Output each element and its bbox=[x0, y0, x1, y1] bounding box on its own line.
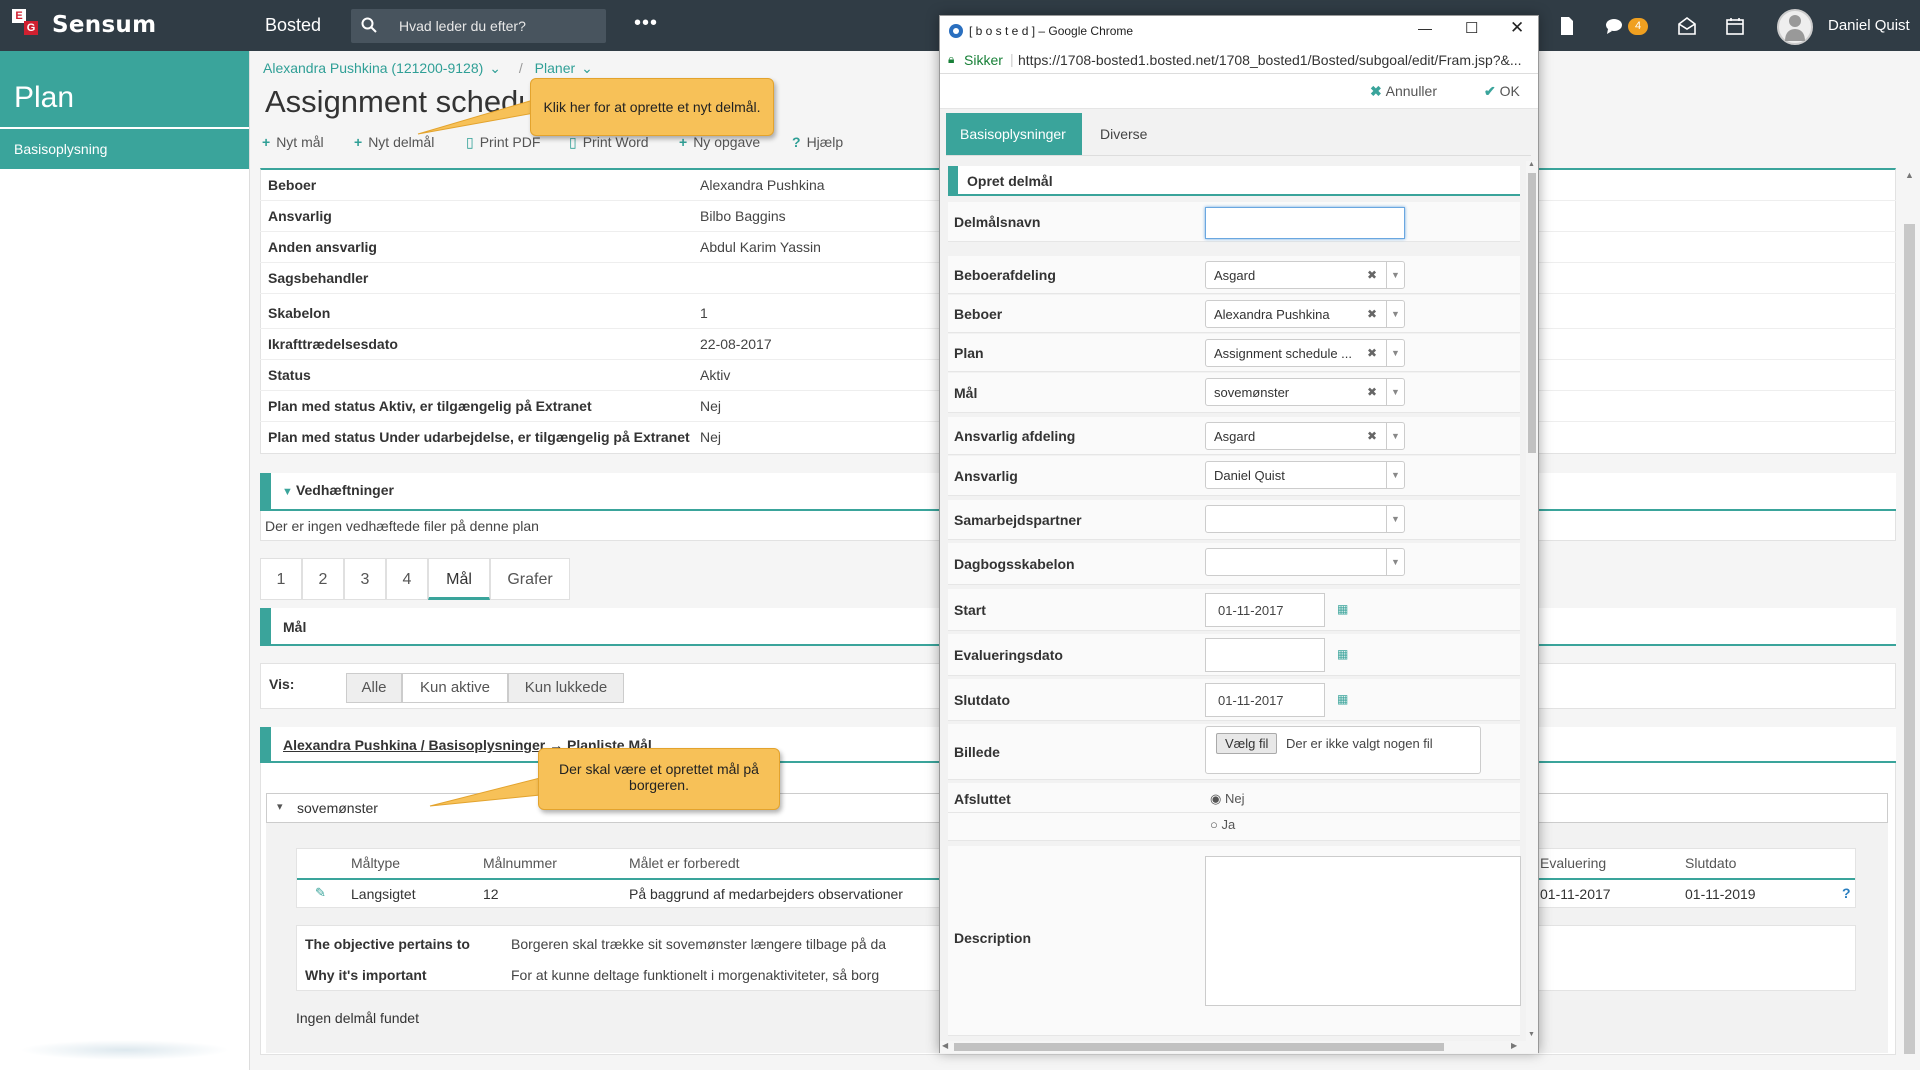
date-input-eval[interactable] bbox=[1205, 638, 1325, 672]
popup-section-header: Opret delmål bbox=[948, 166, 1520, 196]
field-label-end: Slutdato bbox=[954, 692, 1010, 708]
lock-icon: 🔒︎ bbox=[948, 52, 955, 66]
site-favicon-icon bbox=[949, 24, 963, 38]
radio-yes-label: Ja bbox=[1221, 817, 1236, 832]
field-label-resident: Beboer bbox=[954, 306, 1003, 322]
check-icon: ✔ bbox=[1484, 83, 1500, 99]
scroll-left-icon[interactable]: ◀ bbox=[942, 1041, 948, 1050]
date-input-end[interactable]: 01-11-2017 bbox=[1205, 683, 1325, 717]
calendar-icon[interactable]: ▦ bbox=[1337, 692, 1351, 706]
maximize-icon[interactable]: ☐ bbox=[1465, 19, 1478, 37]
field-label-image: Billede bbox=[954, 744, 1000, 760]
select-value: Alexandra Pushkina bbox=[1214, 307, 1330, 322]
close-icon[interactable]: ✕ bbox=[1510, 18, 1524, 38]
subgoal-popup-window: [ b o s t e d ] – Google Chrome — ☐ ✕ 🔒︎… bbox=[939, 15, 1539, 1054]
popup-actions-bar: ✖ Annuller ✔ OK bbox=[940, 75, 1538, 109]
radio-divider bbox=[948, 812, 1520, 813]
popup-hscrollbar-thumb[interactable] bbox=[954, 1043, 1444, 1051]
tab-divider bbox=[946, 155, 1531, 156]
clear-icon[interactable]: ✖ bbox=[1367, 385, 1377, 399]
callout-top-pointer bbox=[417, 97, 541, 135]
cancel-label: Annuller bbox=[1385, 83, 1437, 99]
select-resident-dept[interactable]: Asgard ✖ ▼ bbox=[1205, 261, 1405, 289]
scroll-up-icon[interactable]: ▲ bbox=[1528, 161, 1535, 168]
callout-new-subgoal: Klik her for at oprette et nyt delmål. bbox=[530, 78, 774, 136]
chevron-down-icon[interactable]: ▼ bbox=[1386, 301, 1404, 327]
field-label-resident-dept: Beboerafdeling bbox=[954, 267, 1056, 283]
popup-scrollbar-thumb[interactable] bbox=[1528, 173, 1536, 453]
select-value: sovemønster bbox=[1214, 385, 1290, 400]
radio-closed-yes[interactable]: ○ Ja bbox=[1210, 817, 1235, 832]
select-resident[interactable]: Alexandra Pushkina ✖ ▼ bbox=[1205, 300, 1405, 328]
chevron-down-icon[interactable]: ▼ bbox=[1386, 423, 1404, 449]
radio-selected-icon: ◉ bbox=[1210, 791, 1222, 806]
clear-icon[interactable]: ✖ bbox=[1367, 429, 1377, 443]
popup-tab-basisoplysninger[interactable]: Basisoplysninger bbox=[946, 113, 1082, 155]
popup-section-title: Opret delmål bbox=[967, 173, 1053, 189]
radio-empty-icon: ○ bbox=[1210, 817, 1218, 832]
scroll-down-icon[interactable]: ▼ bbox=[1528, 1031, 1535, 1038]
clear-icon[interactable]: ✖ bbox=[1367, 307, 1377, 321]
select-value: Asgard bbox=[1214, 268, 1256, 283]
secure-label: Sikker bbox=[964, 52, 1003, 68]
callout-bottom-pointer bbox=[429, 777, 541, 807]
field-label-start: Start bbox=[954, 602, 986, 618]
chevron-down-icon[interactable]: ▼ bbox=[1386, 549, 1404, 575]
url-separator: | bbox=[1010, 51, 1014, 67]
calendar-icon[interactable]: ▦ bbox=[1337, 647, 1351, 661]
calendar-icon[interactable]: ▦ bbox=[1337, 602, 1351, 616]
popup-url[interactable]: https://1708-bosted1.bosted.net/1708_bos… bbox=[1018, 52, 1522, 68]
select-plan[interactable]: Assignment schedule ... ✖ ▼ bbox=[1205, 339, 1405, 367]
select-resp[interactable]: Daniel Quist ▼ bbox=[1205, 461, 1405, 489]
chevron-down-icon[interactable]: ▼ bbox=[1386, 340, 1404, 366]
minimize-icon[interactable]: — bbox=[1418, 20, 1432, 36]
popup-tab-diverse[interactable]: Diverse bbox=[1082, 113, 1172, 155]
field-label-plan: Plan bbox=[954, 345, 984, 361]
field-label-resp-dept: Ansvarlig afdeling bbox=[954, 428, 1076, 444]
chevron-down-icon[interactable]: ▼ bbox=[1386, 506, 1404, 532]
popup-url-bar[interactable]: 🔒︎ Sikker | https://1708-bosted1.bosted.… bbox=[940, 46, 1538, 74]
section-accent bbox=[948, 166, 958, 196]
field-label-description: Description bbox=[954, 930, 1032, 946]
select-value: Asgard bbox=[1214, 429, 1256, 444]
chevron-down-icon[interactable]: ▼ bbox=[1386, 379, 1404, 405]
radio-closed-no[interactable]: ◉ Nej bbox=[1210, 791, 1244, 807]
file-input[interactable]: Vælg fil Der er ikke valgt nogen fil bbox=[1205, 726, 1481, 774]
scroll-right-icon[interactable]: ▶ bbox=[1511, 1041, 1517, 1050]
field-label-eval: Evalueringsdato bbox=[954, 647, 1063, 663]
select-diary[interactable]: ▼ bbox=[1205, 548, 1405, 576]
popup-hscrollbar[interactable]: ◀ ▶ bbox=[940, 1041, 1538, 1053]
popup-scrollbar[interactable]: ▲ ▼ bbox=[1526, 161, 1538, 1041]
chevron-down-icon[interactable]: ▼ bbox=[1386, 262, 1404, 288]
close-icon: ✖ bbox=[1370, 83, 1386, 99]
select-value: Daniel Quist bbox=[1214, 468, 1285, 483]
field-label-diary: Dagbogsskabelon bbox=[954, 556, 1075, 572]
file-none-text: Der er ikke valgt nogen fil bbox=[1286, 736, 1433, 751]
cancel-button[interactable]: ✖ Annuller bbox=[1370, 83, 1437, 100]
callout-goal-required: Der skal være et oprettet mål på borgere… bbox=[538, 748, 780, 810]
date-input-start[interactable]: 01-11-2017 bbox=[1205, 593, 1325, 627]
popup-title-bar: [ b o s t e d ] – Google Chrome — ☐ ✕ bbox=[940, 16, 1538, 46]
field-label-name: Delmålsnavn bbox=[954, 214, 1041, 230]
select-partner[interactable]: ▼ bbox=[1205, 505, 1405, 533]
choose-file-button[interactable]: Vælg fil bbox=[1216, 733, 1278, 754]
ok-button[interactable]: ✔ OK bbox=[1484, 83, 1520, 100]
select-value: Assignment schedule ... bbox=[1214, 346, 1353, 361]
select-resp-dept[interactable]: Asgard ✖ ▼ bbox=[1205, 422, 1405, 450]
chevron-down-icon[interactable]: ▼ bbox=[1386, 462, 1404, 488]
radio-no-label: Nej bbox=[1224, 791, 1245, 806]
field-label-partner: Samarbejdspartner bbox=[954, 512, 1082, 528]
description-textarea[interactable] bbox=[1205, 856, 1521, 1006]
clear-icon[interactable]: ✖ bbox=[1367, 346, 1377, 360]
field-label-closed: Afsluttet bbox=[954, 791, 1011, 807]
select-goal[interactable]: sovemønster ✖ ▼ bbox=[1205, 378, 1405, 406]
popup-window-title: [ b o s t e d ] – Google Chrome bbox=[969, 24, 1134, 38]
subgoal-name-input[interactable] bbox=[1205, 207, 1405, 239]
clear-icon[interactable]: ✖ bbox=[1367, 268, 1377, 282]
field-label-goal: Mål bbox=[954, 385, 978, 401]
ok-label: OK bbox=[1499, 83, 1520, 99]
field-label-resp: Ansvarlig bbox=[954, 468, 1018, 484]
